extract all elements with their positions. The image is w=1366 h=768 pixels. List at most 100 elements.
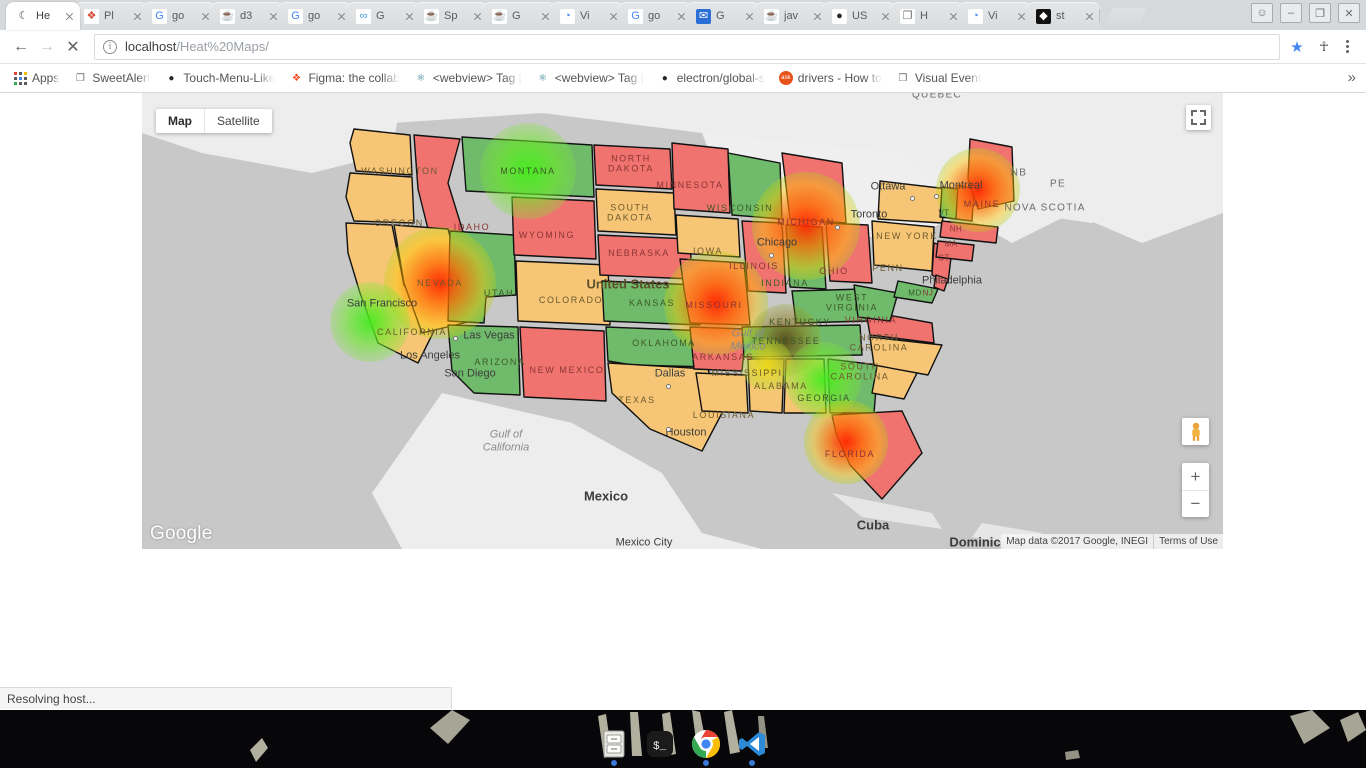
tab-title: G bbox=[716, 10, 725, 22]
pegman-street-view-icon[interactable] bbox=[1182, 418, 1209, 445]
state-label-23: WEST VIRGINIA bbox=[825, 292, 879, 313]
user-profile-button[interactable]: ☺ bbox=[1251, 3, 1273, 23]
url-path: /Heat%20Maps/ bbox=[176, 39, 269, 54]
browser-tab-1[interactable]: ❖ Pl bbox=[74, 2, 148, 30]
state-label-16: NEW YORK bbox=[876, 230, 938, 241]
tab-title: Vi bbox=[988, 10, 998, 22]
tab-close-icon[interactable] bbox=[1083, 10, 1096, 23]
minimize-button[interactable]: – bbox=[1280, 3, 1302, 23]
forward-button[interactable]: → bbox=[34, 34, 60, 60]
github-icon: ● bbox=[832, 8, 847, 24]
city-dot-9 bbox=[666, 384, 671, 389]
page-info-icon[interactable]: i bbox=[103, 39, 117, 54]
cloud-icon: ∞ bbox=[356, 8, 371, 24]
browser-tab-3[interactable]: ☕ d3 bbox=[210, 2, 284, 30]
state-label-34: ALABAMA bbox=[754, 380, 808, 391]
document-icon: ❐ bbox=[900, 8, 915, 24]
state-label-6: SOUTH DAKOTA bbox=[607, 202, 653, 223]
svg-text:$_: $_ bbox=[653, 741, 667, 753]
browser-tab-14[interactable]: ◔ Vi bbox=[958, 2, 1032, 30]
fullscreen-icon[interactable] bbox=[1186, 105, 1211, 130]
city-label-7: Los Angeles bbox=[400, 349, 460, 362]
browser-tab-9[interactable]: Ggo bbox=[618, 2, 692, 30]
map-type-satellite-button[interactable]: Satellite bbox=[204, 109, 272, 133]
chrome-browser-window: ☾ He ❖ Pl Ggo ☕ d3 Ggo ∞ G ☕ Sp ☕ G ◔ Vi Ggo ✉ G ☕ jav ● US ❐ H ◔… bbox=[0, 0, 1366, 710]
browser-tab-15[interactable]: ◆ st bbox=[1026, 2, 1100, 30]
terms-of-use-link[interactable]: Terms of Use bbox=[1153, 534, 1223, 549]
browser-tab-12[interactable]: ● US bbox=[822, 2, 896, 30]
city-dot-2 bbox=[835, 225, 840, 230]
browser-tab-5[interactable]: ∞ G bbox=[346, 2, 420, 30]
state-abbr-label-5: NJ bbox=[922, 288, 934, 298]
bookmark-item-3[interactable]: ⚛ <webview> Tag | bbox=[408, 68, 528, 88]
tab-title: US bbox=[852, 10, 868, 22]
bookmark-label: drivers - How to bbox=[797, 71, 882, 85]
state-label-24: VIRGINIA bbox=[844, 314, 898, 325]
state-label-33: MISSISSIPPI bbox=[711, 367, 783, 378]
bookmark-item-1[interactable]: ● Touch-Menu-Like bbox=[158, 68, 281, 88]
extension-icon[interactable]: ☥ bbox=[1312, 35, 1336, 59]
browser-tab-0[interactable]: ☾ He bbox=[6, 2, 80, 30]
taskbar-terminal-button[interactable]: $_ bbox=[640, 724, 680, 764]
electron-icon: ⚛ bbox=[535, 71, 550, 85]
water-label-1: Gulf of California bbox=[482, 428, 530, 453]
vimeo-icon: ◔ bbox=[560, 8, 575, 24]
bookmark-item-0[interactable]: ❐ SweetAlert bbox=[67, 68, 156, 88]
browser-tab-4[interactable]: Ggo bbox=[278, 2, 352, 30]
browser-tab-6[interactable]: ☕ Sp bbox=[414, 2, 488, 30]
terminal-icon: $_ bbox=[647, 731, 673, 757]
stackoverflow-icon: ◆ bbox=[1036, 8, 1051, 24]
browser-tab-10[interactable]: ✉ G bbox=[686, 2, 760, 30]
province-label-1: PE bbox=[1050, 178, 1066, 190]
navigation-toolbar: ← → ✕ i localhost /Heat%20Maps/ ★ ☥ bbox=[0, 30, 1366, 64]
zoom-in-button[interactable]: + bbox=[1182, 463, 1209, 490]
taskbar-files-button[interactable] bbox=[594, 724, 634, 766]
chrome-menu-button[interactable] bbox=[1336, 36, 1358, 58]
bookmarks-overflow-button[interactable]: » bbox=[1348, 70, 1356, 86]
taskbar-chrome-button[interactable] bbox=[686, 724, 726, 766]
maximize-button[interactable]: ❐ bbox=[1309, 3, 1331, 23]
github-icon: ● bbox=[164, 71, 179, 85]
state-label-25: CALIFORNIA bbox=[376, 326, 448, 337]
browser-tab-13[interactable]: ❐ H bbox=[890, 2, 964, 30]
files-icon bbox=[603, 730, 625, 758]
close-button[interactable]: ✕ bbox=[1338, 3, 1360, 23]
desktop-area: $_ bbox=[0, 710, 1366, 768]
state-label-5: NORTH DAKOTA bbox=[608, 153, 654, 174]
state-label-35: GEORGIA bbox=[797, 392, 851, 403]
state-label-29: ARKANSAS bbox=[692, 351, 754, 362]
google-map[interactable]: WASHINGTON OREGON IDAHO MONTANA WYOMING NORTH… bbox=[142, 93, 1223, 549]
map-type-map-button[interactable]: Map bbox=[156, 109, 204, 133]
tab-title: G bbox=[512, 10, 521, 22]
browser-tab-8[interactable]: ◔ Vi bbox=[550, 2, 624, 30]
country-label-2: Cuba bbox=[856, 517, 890, 533]
bookmark-item-6[interactable]: ask drivers - How to bbox=[773, 68, 888, 88]
taskbar-vscode-button[interactable] bbox=[732, 724, 772, 766]
google-icon: G bbox=[628, 8, 643, 24]
tab-close-icon[interactable] bbox=[63, 10, 76, 23]
bookmark-item-5[interactable]: ● electron/global-s bbox=[652, 68, 771, 88]
state-label-30: TENNESSEE bbox=[751, 335, 821, 346]
zoom-control: + − bbox=[1182, 463, 1209, 517]
browser-tab-7[interactable]: ☕ G bbox=[482, 2, 556, 30]
browser-tab-11[interactable]: ☕ jav bbox=[754, 2, 828, 30]
zoom-out-button[interactable]: − bbox=[1182, 490, 1209, 517]
taskbar: $_ bbox=[588, 720, 778, 768]
stop-loading-button[interactable]: ✕ bbox=[60, 34, 86, 60]
state-label-13: INDIANA bbox=[761, 277, 809, 288]
back-button[interactable]: ← bbox=[8, 34, 34, 60]
state-label-11: ILLINOIS bbox=[729, 260, 779, 271]
new-tab-button[interactable] bbox=[1103, 8, 1147, 30]
browser-tab-2[interactable]: Ggo bbox=[142, 2, 216, 30]
tab-title: Sp bbox=[444, 10, 458, 22]
state-abbr-label-2: MA bbox=[944, 239, 958, 249]
bookmark-star-icon[interactable]: ★ bbox=[1286, 36, 1308, 58]
bookmark-item-7[interactable]: ❐ Visual Event bbox=[890, 68, 988, 88]
country-label-0: United States bbox=[586, 276, 670, 292]
tab-title: He bbox=[36, 10, 51, 22]
apps-shortcut[interactable]: Apps bbox=[8, 68, 65, 88]
bookmark-item-2[interactable]: ❖ Figma: the collab bbox=[283, 68, 405, 88]
address-bar[interactable]: i localhost /Heat%20Maps/ bbox=[94, 33, 1280, 60]
bookmark-item-4[interactable]: ⚛ <webview> Tag | bbox=[530, 68, 650, 88]
state-label-12: MICHIGAN bbox=[777, 216, 835, 227]
